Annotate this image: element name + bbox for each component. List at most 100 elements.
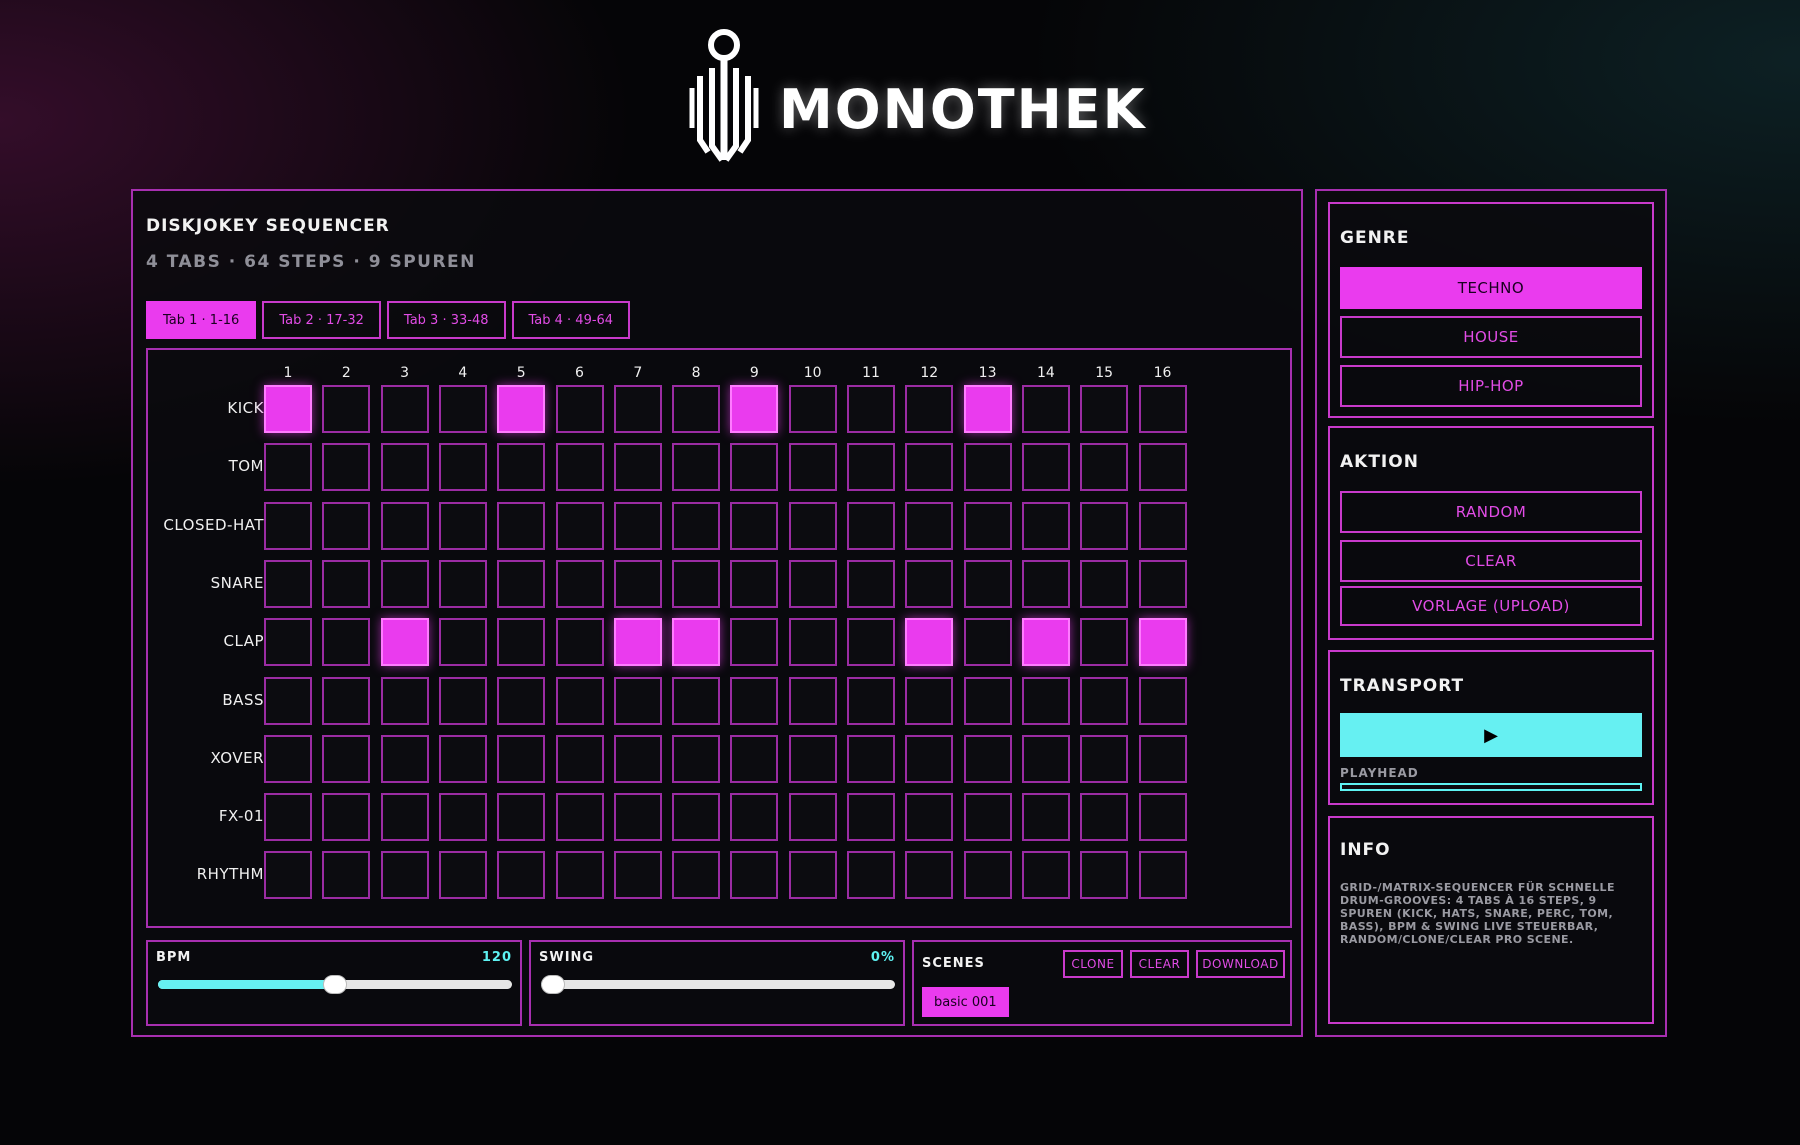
step-cell[interactable] xyxy=(788,851,837,900)
step-cell[interactable] xyxy=(672,734,721,783)
step-cell[interactable] xyxy=(963,851,1012,900)
step-cell[interactable] xyxy=(264,443,312,492)
step-cell[interactable] xyxy=(380,618,429,667)
step-cell[interactable] xyxy=(847,618,895,667)
step-cell[interactable] xyxy=(322,734,371,783)
step-cell[interactable] xyxy=(613,618,662,667)
step-cell[interactable] xyxy=(264,501,312,550)
step-cell[interactable] xyxy=(905,385,954,433)
step-cell[interactable] xyxy=(438,501,487,550)
genre-techno-button[interactable]: TECHNO xyxy=(1340,267,1642,309)
download-button[interactable]: DOWNLOAD xyxy=(1196,950,1285,978)
step-cell[interactable] xyxy=(613,443,662,492)
template-upload-button[interactable]: VORLAGE (UPLOAD) xyxy=(1340,586,1642,626)
step-cell[interactable] xyxy=(847,793,895,842)
step-cell[interactable] xyxy=(264,385,312,433)
step-cell[interactable] xyxy=(905,793,954,842)
step-cell[interactable] xyxy=(322,676,371,725)
step-cell[interactable] xyxy=(613,793,662,842)
step-cell[interactable] xyxy=(788,385,837,433)
random-button[interactable]: RANDOM xyxy=(1340,491,1642,533)
step-cell[interactable] xyxy=(322,618,371,667)
step-cell[interactable] xyxy=(380,385,429,433)
step-cell[interactable] xyxy=(322,851,371,900)
play-button[interactable]: ▶ xyxy=(1340,713,1642,757)
step-cell[interactable] xyxy=(672,676,721,725)
step-cell[interactable] xyxy=(264,734,312,783)
step-cell[interactable] xyxy=(1138,385,1187,433)
step-cell[interactable] xyxy=(847,443,895,492)
step-cell[interactable] xyxy=(380,734,429,783)
step-cell[interactable] xyxy=(672,851,721,900)
step-cell[interactable] xyxy=(1080,385,1129,433)
step-cell[interactable] xyxy=(672,443,721,492)
step-cell[interactable] xyxy=(963,793,1012,842)
step-cell[interactable] xyxy=(730,734,779,783)
step-cell[interactable] xyxy=(322,501,371,550)
tab-2[interactable]: Tab 2 · 17-32 xyxy=(262,301,381,339)
step-cell[interactable] xyxy=(1138,559,1187,608)
step-cell[interactable] xyxy=(1138,501,1187,550)
step-cell[interactable] xyxy=(613,501,662,550)
step-cell[interactable] xyxy=(1021,443,1070,492)
step-cell[interactable] xyxy=(322,443,371,492)
step-cell[interactable] xyxy=(672,559,721,608)
step-cell[interactable] xyxy=(847,501,895,550)
step-cell[interactable] xyxy=(1080,559,1129,608)
step-cell[interactable] xyxy=(264,559,312,608)
step-cell[interactable] xyxy=(1080,618,1129,667)
step-cell[interactable] xyxy=(613,559,662,608)
step-cell[interactable] xyxy=(264,793,312,842)
step-cell[interactable] xyxy=(322,385,371,433)
step-cell[interactable] xyxy=(730,559,779,608)
step-cell[interactable] xyxy=(672,793,721,842)
step-cell[interactable] xyxy=(1021,793,1070,842)
step-cell[interactable] xyxy=(730,618,779,667)
step-cell[interactable] xyxy=(322,793,371,842)
step-cell[interactable] xyxy=(497,851,546,900)
step-cell[interactable] xyxy=(847,676,895,725)
step-cell[interactable] xyxy=(1021,618,1070,667)
step-cell[interactable] xyxy=(555,676,604,725)
step-cell[interactable] xyxy=(380,501,429,550)
step-cell[interactable] xyxy=(380,851,429,900)
step-cell[interactable] xyxy=(555,851,604,900)
step-cell[interactable] xyxy=(730,443,779,492)
step-cell[interactable] xyxy=(963,443,1012,492)
step-cell[interactable] xyxy=(555,618,604,667)
clone-button[interactable]: CLONE xyxy=(1063,950,1123,978)
step-cell[interactable] xyxy=(1021,676,1070,725)
step-cell[interactable] xyxy=(788,501,837,550)
step-cell[interactable] xyxy=(788,443,837,492)
step-cell[interactable] xyxy=(264,851,312,900)
step-cell[interactable] xyxy=(963,618,1012,667)
step-cell[interactable] xyxy=(497,793,546,842)
step-cell[interactable] xyxy=(613,851,662,900)
step-cell[interactable] xyxy=(730,793,779,842)
step-cell[interactable] xyxy=(613,676,662,725)
step-cell[interactable] xyxy=(905,851,954,900)
step-cell[interactable] xyxy=(730,851,779,900)
step-cell[interactable] xyxy=(1138,734,1187,783)
step-cell[interactable] xyxy=(905,501,954,550)
step-cell[interactable] xyxy=(438,559,487,608)
bpm-slider[interactable] xyxy=(158,975,512,994)
step-cell[interactable] xyxy=(847,851,895,900)
step-cell[interactable] xyxy=(730,676,779,725)
step-cell[interactable] xyxy=(1138,793,1187,842)
step-cell[interactable] xyxy=(788,559,837,608)
genre-hiphop-button[interactable]: HIP-HOP xyxy=(1340,365,1642,407)
step-cell[interactable] xyxy=(555,559,604,608)
step-cell[interactable] xyxy=(730,385,779,433)
step-cell[interactable] xyxy=(1080,851,1129,900)
step-cell[interactable] xyxy=(1021,501,1070,550)
step-cell[interactable] xyxy=(1080,443,1129,492)
step-cell[interactable] xyxy=(322,559,371,608)
step-cell[interactable] xyxy=(555,501,604,550)
step-cell[interactable] xyxy=(788,793,837,842)
bpm-slider-thumb[interactable] xyxy=(323,975,347,994)
step-cell[interactable] xyxy=(1080,676,1129,725)
tab-4[interactable]: Tab 4 · 49-64 xyxy=(511,301,631,339)
genre-house-button[interactable]: HOUSE xyxy=(1340,316,1642,358)
step-cell[interactable] xyxy=(497,443,546,492)
